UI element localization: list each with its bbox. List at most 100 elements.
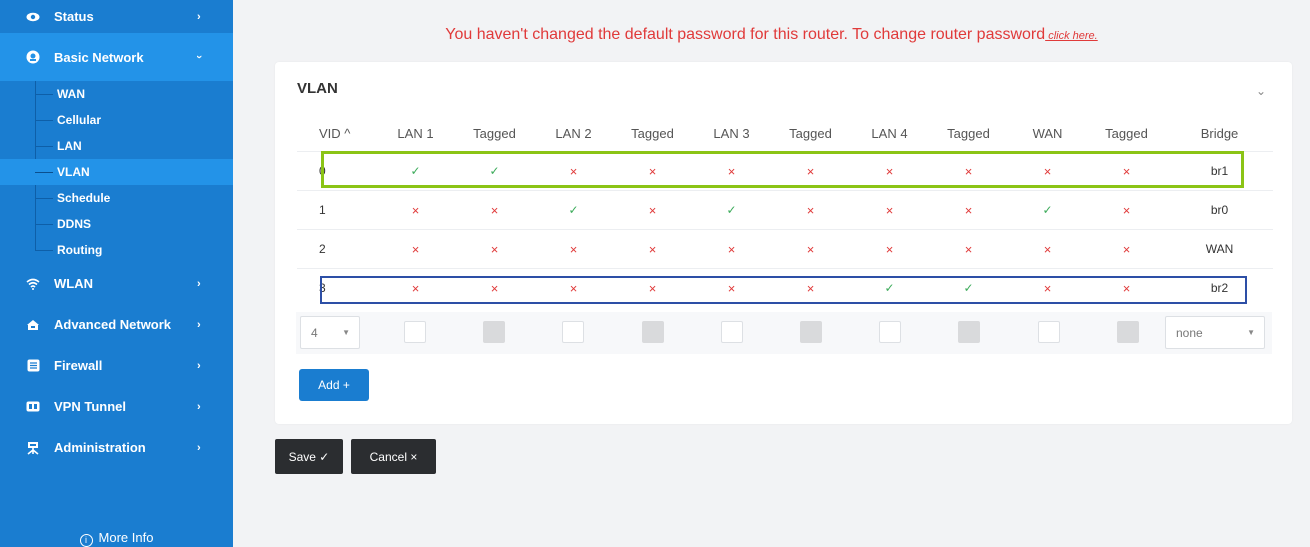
sidebar-item-cellular[interactable]: Cellular — [0, 107, 233, 133]
nav-item-basic-network[interactable]: Basic Network › — [0, 33, 233, 81]
wifi-icon — [26, 277, 40, 291]
globe-icon — [26, 50, 40, 64]
check-icon: ✓ — [489, 164, 500, 178]
cross-icon: × — [727, 241, 736, 257]
cross-icon: × — [648, 280, 657, 296]
chevron-right-icon: › — [197, 359, 201, 372]
chevron-right-icon: › — [197, 318, 201, 331]
chevron-right-icon: › — [197, 441, 201, 454]
dropdown-arrow-icon: ▼ — [1247, 328, 1255, 337]
panel-title: VLAN — [297, 80, 338, 97]
port-checkbox[interactable] — [879, 321, 902, 343]
check-icon: ✓ — [410, 164, 421, 178]
check-icon: ✓ — [726, 203, 737, 217]
sidebar-item-routing[interactable]: Routing — [0, 237, 233, 263]
table-row[interactable]: 1 × × ✓ × ✓ × × × ✓ × br0 — [297, 190, 1273, 229]
check-icon: ✓ — [963, 281, 974, 295]
tagged-checkbox[interactable] — [1116, 321, 1139, 343]
column-header: Tagged — [1105, 125, 1148, 141]
cross-icon: × — [806, 241, 815, 257]
cross-icon: × — [727, 163, 736, 179]
more-info-link[interactable]: i More Info — [0, 530, 233, 547]
column-header-vid[interactable]: VID ^ — [297, 115, 376, 151]
admin-icon — [26, 441, 40, 455]
table-row[interactable]: 2 × × × × × × × × × × WAN — [297, 229, 1273, 268]
nav-item-status[interactable]: Status › — [0, 0, 233, 33]
vpn-icon — [26, 400, 40, 414]
cross-icon: × — [1043, 163, 1052, 179]
bridge-cell: br2 — [1210, 281, 1229, 295]
cross-icon: × — [411, 202, 420, 218]
chevron-down-icon[interactable]: ⌄ — [1256, 84, 1266, 98]
port-checkbox[interactable] — [1037, 321, 1060, 343]
column-header: Bridge — [1200, 125, 1239, 141]
bridge-select[interactable]: none ▼ — [1165, 316, 1265, 349]
bridge-cell: br0 — [1210, 203, 1229, 217]
add-button[interactable]: Add + — [299, 369, 369, 401]
chevron-right-icon: › — [197, 277, 201, 290]
cancel-button[interactable]: Cancel × — [351, 439, 436, 474]
vid-cell: 2 — [319, 242, 326, 256]
column-header: Tagged — [789, 125, 832, 141]
sidebar-item-wan[interactable]: WAN — [0, 81, 233, 107]
cross-icon: × — [648, 241, 657, 257]
nav-item-firewall[interactable]: Firewall › — [0, 345, 233, 386]
cross-icon: × — [885, 241, 894, 257]
cross-icon: × — [727, 280, 736, 296]
port-checkbox[interactable] — [404, 321, 426, 343]
nav-item-advanced-network[interactable]: Advanced Network › — [0, 304, 233, 345]
cross-icon: × — [806, 163, 815, 179]
dropdown-arrow-icon: ▼ — [342, 328, 350, 337]
cross-icon: × — [964, 202, 973, 218]
column-header: LAN 4 — [871, 125, 908, 141]
nav-item-wlan[interactable]: WLAN › — [0, 263, 233, 304]
column-header: Tagged — [947, 125, 990, 141]
bridge-cell: WAN — [1205, 242, 1234, 256]
table-header: VID ^ LAN 1 Tagged LAN 2 Tagged LAN 3 Ta… — [297, 115, 1273, 151]
tagged-checkbox[interactable] — [800, 321, 822, 343]
table-row[interactable]: 3 × × × × × × ✓ ✓ × × br2 — [297, 268, 1273, 307]
sidebar-item-ddns[interactable]: DDNS — [0, 211, 233, 237]
cross-icon: × — [569, 241, 578, 257]
cross-icon: × — [648, 202, 657, 218]
cross-icon: × — [885, 163, 894, 179]
cross-icon: × — [1122, 163, 1131, 179]
cross-icon: × — [490, 280, 499, 296]
tagged-checkbox[interactable] — [641, 321, 664, 343]
sidebar-item-lan[interactable]: LAN — [0, 133, 233, 159]
cross-icon: × — [569, 163, 578, 179]
cross-icon: × — [411, 280, 420, 296]
column-header: LAN 3 — [713, 125, 750, 141]
tagged-checkbox[interactable] — [483, 321, 506, 343]
vid-cell: 3 — [319, 281, 326, 295]
cross-icon: × — [964, 241, 973, 257]
check-icon: ✓ — [884, 281, 895, 295]
sidebar: Status › Basic Network › WAN Cellular LA… — [0, 0, 233, 547]
sidebar-item-vlan[interactable]: VLAN — [0, 159, 233, 185]
vid-cell: 0 — [319, 164, 326, 178]
chevron-right-icon: › — [197, 10, 201, 23]
chevron-down-icon: › — [192, 55, 205, 59]
cross-icon: × — [806, 280, 815, 296]
vid-select[interactable]: 4 ▼ — [300, 316, 360, 349]
tagged-checkbox[interactable] — [958, 321, 981, 343]
cross-icon: × — [490, 202, 499, 218]
save-button[interactable]: Save ✓ — [275, 439, 343, 474]
nav-item-vpn-tunnel[interactable]: VPN Tunnel › — [0, 386, 233, 427]
chevron-right-icon: › — [197, 400, 201, 413]
port-checkbox[interactable] — [562, 321, 585, 343]
column-header: Tagged — [473, 125, 516, 141]
cross-icon: × — [806, 202, 815, 218]
change-password-link[interactable]: click here. — [1045, 30, 1098, 42]
eye-icon — [26, 10, 40, 24]
vid-cell: 1 — [319, 203, 326, 217]
cross-icon: × — [885, 202, 894, 218]
network-icon — [26, 318, 40, 332]
nav-item-administration[interactable]: Administration › — [0, 427, 233, 468]
column-header: WAN — [1032, 125, 1063, 141]
sidebar-item-schedule[interactable]: Schedule — [0, 185, 233, 211]
check-icon: ✓ — [568, 203, 579, 217]
table-row[interactable]: 0 ✓ ✓ × × × × × × × × br1 — [297, 151, 1273, 190]
port-checkbox[interactable] — [720, 321, 743, 343]
cross-icon: × — [648, 163, 657, 179]
